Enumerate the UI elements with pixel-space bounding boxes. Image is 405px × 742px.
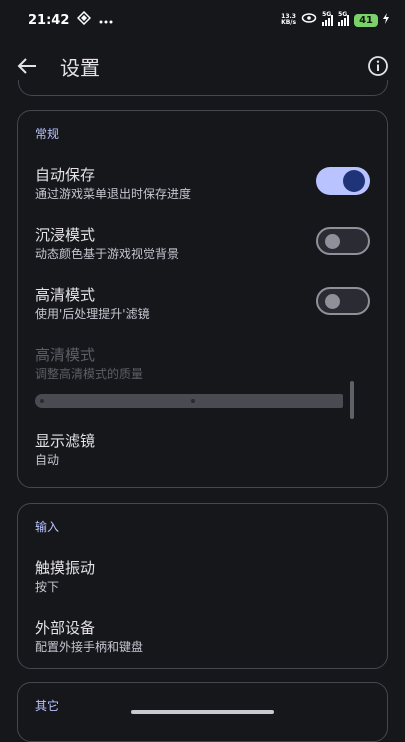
toggle-knob [343,170,365,192]
signal-sim2-icon: 5G [338,11,350,26]
haptics-setting[interactable]: 触摸振动 按下 [18,544,387,604]
slider-tick [40,399,44,403]
network-speed: 13.3 KB/s [281,13,297,26]
setting-title: 高清模式 [35,346,96,364]
more-notifications-icon [99,13,113,28]
setting-subtitle: 调整高清模式的质量 [35,367,144,381]
auto-save-toggle[interactable] [316,167,370,195]
setting-title: 触摸振动 [35,559,96,577]
vpn-icon [77,10,92,29]
status-time: 21:42 [28,12,70,28]
back-button[interactable] [16,55,38,77]
hd-mode-toggle[interactable] [316,287,370,315]
toggle-knob [325,294,340,309]
toggle-knob [325,234,340,249]
hd-quality-slider[interactable] [35,394,343,408]
immersive-mode-toggle[interactable] [316,227,370,255]
signal-sim1-icon: 5G [322,11,334,26]
setting-value: 自动 [35,453,60,467]
home-indicator[interactable] [131,710,274,714]
slider-thumb[interactable] [350,381,354,419]
section-title-general: 常规 [35,127,60,141]
status-bar: 21:42 13.3 KB/s 5G 5G 41 [0,0,405,40]
setting-subtitle: 配置外接手柄和键盘 [35,640,144,654]
charging-icon [383,12,389,28]
previous-card-edge [18,80,388,96]
external-devices-setting[interactable]: 外部设备 配置外接手柄和键盘 [18,604,387,664]
slider-track [35,394,343,408]
slider-tick [191,399,195,403]
immersive-mode-setting[interactable]: 沉浸模式 动态颜色基于游戏视觉背景 [18,211,387,271]
page-title: 设置 [60,55,100,80]
section-title-input: 输入 [35,520,60,534]
hotspot-icon [301,12,317,28]
section-title-other: 其它 [35,699,60,713]
hd-mode-setting[interactable]: 高清模式 使用'后处理提升'滤镜 [18,271,387,331]
battery-level: 41 [354,13,378,27]
setting-title: 显示滤镜 [35,432,96,450]
setting-title: 外部设备 [35,619,96,637]
display-filter-setting[interactable]: 显示滤镜 自动 [18,421,387,481]
arrow-back-icon [17,58,36,74]
general-settings-card: 常规 自动保存 通过游戏菜单退出时保存进度 沉浸模式 动态颜色基于游戏视觉背景 … [17,110,388,488]
setting-value: 按下 [35,580,60,594]
info-button[interactable] [367,55,389,77]
input-settings-card: 输入 触摸振动 按下 外部设备 配置外接手柄和键盘 [17,503,388,669]
auto-save-setting[interactable]: 自动保存 通过游戏菜单退出时保存进度 [18,151,387,211]
info-icon [368,56,388,76]
